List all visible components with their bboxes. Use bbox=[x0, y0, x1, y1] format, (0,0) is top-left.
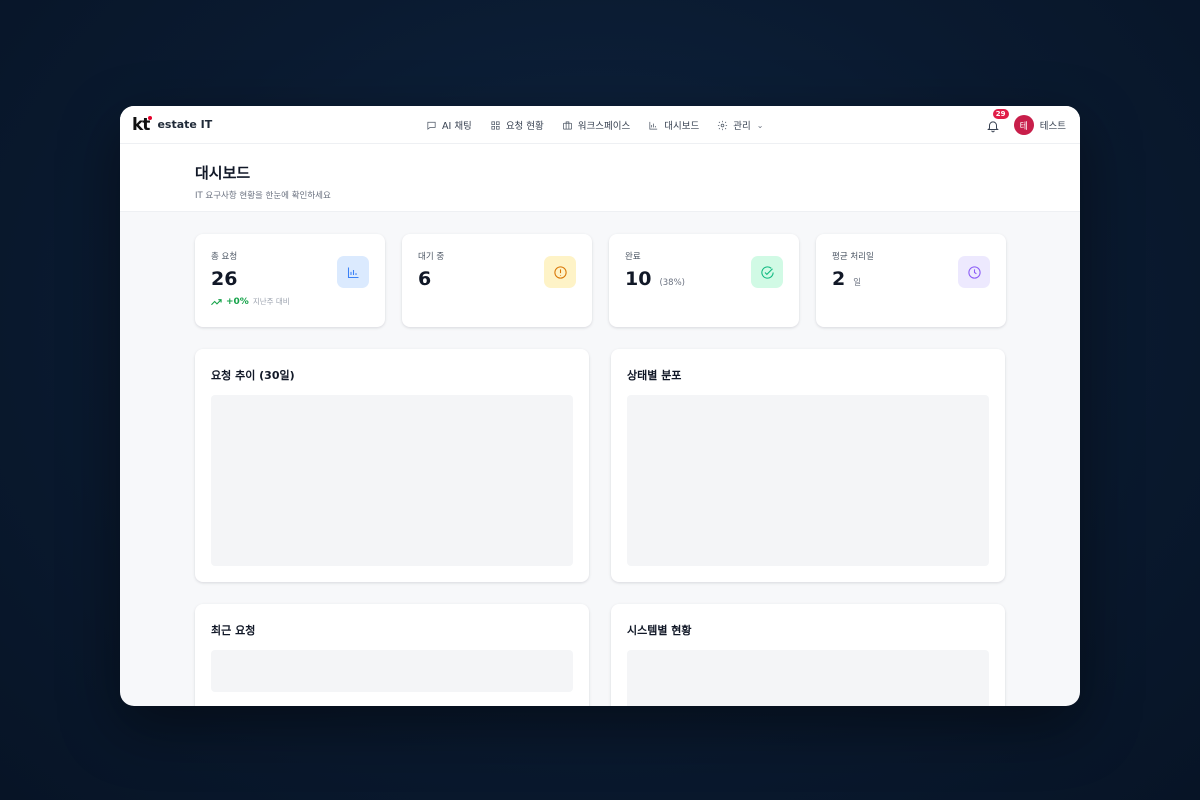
chart-placeholder bbox=[627, 395, 989, 566]
header-tools: 29 테 테스트 bbox=[986, 106, 1066, 144]
stat-card-pending[interactable]: 대기 중 6 bbox=[402, 234, 592, 327]
chevron-down-icon: ⌄ bbox=[756, 120, 764, 130]
nav-item-workspace[interactable]: 워크스페이스 bbox=[562, 118, 630, 132]
dashboard-content: 총 요청 26 +0% 지난주 대비 대기 중 6 완료 10 (38%) 평균… bbox=[120, 212, 1080, 706]
brand[interactable]: kt estate IT bbox=[132, 115, 212, 135]
kt-logo: kt bbox=[132, 115, 153, 135]
page-header: 대시보드 IT 요구사항 현황을 한눈에 확인하세요 bbox=[120, 144, 1080, 212]
main-nav: AI 채팅 요청 현황 워크스페이스 대시보드 관리 ⌄ bbox=[426, 106, 763, 144]
user-menu[interactable]: 테 테스트 bbox=[1013, 115, 1066, 135]
bell-icon bbox=[986, 121, 999, 133]
stat-trend: +0% 지난주 대비 bbox=[211, 296, 369, 307]
grid-icon bbox=[491, 120, 500, 130]
panel-request-trend: 요청 추이 (30일) bbox=[195, 349, 589, 582]
brand-name: estate IT bbox=[157, 118, 213, 131]
notification-badge: 29 bbox=[992, 109, 1009, 119]
avatar: 테 bbox=[1013, 115, 1034, 135]
page-title: 대시보드 bbox=[195, 164, 251, 182]
stat-card-avg-days[interactable]: 평균 처리일 2 일 bbox=[816, 234, 1006, 327]
bar-chart-icon bbox=[649, 121, 658, 130]
stat-cards: 총 요청 26 +0% 지난주 대비 대기 중 6 완료 10 (38%) 평균… bbox=[195, 234, 1006, 327]
alert-circle-icon bbox=[553, 265, 567, 279]
bar-chart-icon bbox=[347, 267, 358, 278]
app-window: kt estate IT AI 채팅 요청 현황 워크스페이스 대시보드 관리 … bbox=[120, 106, 1080, 706]
stat-icon-total bbox=[337, 256, 369, 288]
stat-value: 2 bbox=[832, 268, 846, 290]
chat-icon bbox=[427, 121, 436, 130]
nav-item-ai-chat[interactable]: AI 채팅 bbox=[426, 118, 472, 132]
gear-icon bbox=[718, 120, 728, 130]
stat-icon-avg-days bbox=[958, 256, 990, 288]
check-circle-icon bbox=[760, 265, 774, 279]
nav-item-requests[interactable]: 요청 현황 bbox=[490, 118, 544, 132]
stat-value: 6 bbox=[418, 268, 432, 290]
panel-status-distribution: 상태별 분포 bbox=[611, 349, 1005, 582]
chart-placeholder bbox=[211, 395, 573, 566]
panel-title: 시스템별 현황 bbox=[627, 624, 692, 637]
panel-recent-requests: 최근 요청 bbox=[195, 604, 589, 706]
clock-icon bbox=[967, 265, 981, 279]
page-subtitle: IT 요구사항 현황을 한눈에 확인하세요 bbox=[195, 191, 331, 201]
stat-icon-pending bbox=[544, 256, 576, 288]
panel-title: 상태별 분포 bbox=[627, 369, 682, 382]
nav-item-dashboard[interactable]: 대시보드 bbox=[648, 118, 699, 132]
stat-icon-completed bbox=[751, 256, 783, 288]
chart-panels: 요청 추이 (30일) 상태별 분포 최근 요청 시스템별 현황 bbox=[195, 349, 1005, 706]
briefcase-icon bbox=[562, 120, 572, 130]
stat-percent: (38%) bbox=[659, 278, 685, 288]
panel-system-status: 시스템별 현황 bbox=[611, 604, 1005, 706]
trend-up-icon bbox=[211, 298, 222, 305]
chart-placeholder bbox=[627, 650, 989, 706]
user-name: 테스트 bbox=[1039, 121, 1066, 132]
stat-unit: 일 bbox=[853, 278, 862, 288]
panel-title: 요청 추이 (30일) bbox=[211, 369, 295, 382]
panel-title: 최근 요청 bbox=[211, 624, 256, 637]
stat-value: 26 bbox=[211, 268, 238, 290]
top-navbar: kt estate IT AI 채팅 요청 현황 워크스페이스 대시보드 관리 … bbox=[120, 106, 1080, 144]
stat-value: 10 bbox=[625, 268, 652, 290]
stat-card-completed[interactable]: 완료 10 (38%) bbox=[609, 234, 799, 327]
notification-button[interactable]: 29 bbox=[986, 109, 1009, 133]
nav-item-admin[interactable]: 관리 ⌄ bbox=[717, 118, 763, 132]
stat-card-total[interactable]: 총 요청 26 +0% 지난주 대비 bbox=[195, 234, 385, 327]
list-placeholder bbox=[211, 650, 573, 692]
